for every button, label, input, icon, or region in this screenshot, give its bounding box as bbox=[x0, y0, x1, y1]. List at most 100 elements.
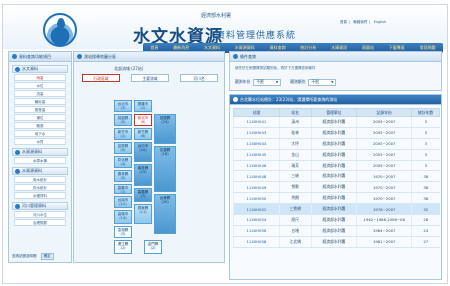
table-cell: 2005~2007 bbox=[356, 149, 412, 161]
col-header[interactable]: 站號 bbox=[233, 108, 280, 117]
region-tile[interactable]: 桃園縣 (5) bbox=[114, 114, 132, 126]
table-row[interactable]: 1140H045 金山 經濟部水利署 2005~2007 3 bbox=[233, 149, 440, 161]
station-id-link[interactable]: 1140H056 bbox=[233, 225, 280, 237]
table-row[interactable]: 1140H041 溪州 經濟部水利署 2005~2007 3 bbox=[233, 116, 440, 128]
table-row[interactable]: 1140H052 三鶯橋 經濟部水利署 1976~2007 32 bbox=[233, 203, 440, 216]
region-tile[interactable]: 台東縣 (20) bbox=[154, 194, 176, 234]
table-cell: 瑞芳 bbox=[278, 160, 312, 172]
top-link-contact[interactable]: 聯絡我們 bbox=[351, 20, 369, 25]
region-tile-count: (9) bbox=[120, 148, 126, 152]
region-tile[interactable]: 嘉義縣 (7) bbox=[134, 188, 152, 202]
region-tile-count: (5) bbox=[120, 120, 126, 124]
station-id-link[interactable]: 1140H044 bbox=[233, 138, 280, 150]
category-filter-select[interactable]: 不限 ▼ bbox=[308, 78, 337, 86]
confirm-button[interactable]: 確定 bbox=[40, 253, 54, 260]
col-header[interactable]: 管理單位 bbox=[310, 108, 358, 117]
nav-item-rainfall[interactable]: 雨量 bbox=[14, 74, 66, 81]
region-tile[interactable]: 雲林縣 (5) bbox=[114, 170, 132, 182]
region-tile[interactable]: 新北市 (8) bbox=[134, 114, 152, 126]
station-id-link[interactable]: 1140H041 bbox=[233, 116, 280, 128]
region-tile[interactable]: 高雄市 (14) bbox=[114, 210, 132, 224]
nav-item-sediment[interactable]: 輸砂量 bbox=[14, 98, 66, 105]
nav-item-river-plan[interactable]: 治理規劃 bbox=[14, 219, 66, 226]
region-tile[interactable]: 台北市 (3) bbox=[114, 100, 132, 112]
nav-group-hydrology[interactable]: 水文資料 bbox=[12, 65, 68, 73]
table-cell: 經濟部水利署 bbox=[310, 214, 357, 226]
chevron-down-icon: ▼ bbox=[275, 80, 279, 84]
station-id-link[interactable]: 1140H052 bbox=[233, 203, 280, 216]
station-results-panel: 台北縣水位站總計：23(23)站，請選擇所要查詢的測站 站號 站名 管理單位 記… bbox=[229, 94, 442, 280]
nav-item-water-quality[interactable]: 水質 bbox=[14, 138, 66, 145]
station-id-link[interactable]: 1140H045 bbox=[233, 149, 280, 161]
region-tile[interactable]: 苗栗縣 (9) bbox=[114, 142, 132, 154]
nav-item-typhoon[interactable]: 颱風 bbox=[14, 122, 66, 129]
year-filter-select[interactable]: 不限 ▼ bbox=[253, 78, 282, 86]
query-panel-header: 條件查詢 bbox=[230, 52, 441, 62]
table-row[interactable]: 1140H050 秀朗 經濟部水利署 1970~2007 38 bbox=[233, 192, 440, 205]
region-tile-count: (6) bbox=[140, 134, 146, 138]
region-tile[interactable]: 基隆市 (1) bbox=[134, 100, 152, 112]
region-tile[interactable]: 台南市 (12) bbox=[114, 196, 132, 208]
table-row[interactable]: 1140H043 桂林 經濟部水利署 2005~2007 3 bbox=[233, 127, 440, 139]
region-tile-count: (18) bbox=[161, 152, 169, 156]
nav-item-evaporation[interactable]: 蒸發量 bbox=[14, 106, 66, 113]
station-id-link[interactable]: 1140H049 bbox=[233, 181, 280, 194]
table-cell: 2005~2007 bbox=[356, 138, 412, 150]
table-cell: 2005~2007 bbox=[356, 116, 412, 128]
col-header[interactable]: 記錄年份 bbox=[356, 108, 413, 117]
table-row[interactable]: 1140H058 江北橋 經濟部水利署 1981~2007 27 bbox=[233, 236, 440, 248]
station-id-link[interactable]: 1140H043 bbox=[233, 127, 280, 139]
bullet-icon bbox=[15, 203, 20, 209]
region-tile[interactable]: 花蓮縣 (18) bbox=[154, 146, 176, 192]
nav-item-water-level[interactable]: 水位 bbox=[14, 82, 66, 89]
region-tile[interactable]: 彰化縣 (4) bbox=[114, 156, 132, 168]
station-id-link[interactable]: 1140H046 bbox=[233, 160, 280, 172]
nav-item-groundwater[interactable]: 地下水 bbox=[14, 130, 66, 137]
region-tile[interactable]: 澎湖縣 (3) bbox=[114, 226, 132, 238]
results-panel-header: 台北縣水位站總計：23(23)站，請選擇所要查詢的測站 bbox=[230, 95, 441, 105]
table-cell: 1984~2007 bbox=[356, 225, 412, 237]
table-row[interactable]: 1140H054 屈尺 經濟部水利署 1962~1986,2006~08 28 bbox=[233, 214, 440, 226]
nav-item-water-supply[interactable]: 供水統計 bbox=[14, 184, 66, 191]
table-cell: 1970~2007 bbox=[356, 170, 412, 183]
nav-item-water-use[interactable]: 用水統計 bbox=[14, 176, 66, 183]
nav-item-flow[interactable]: 流量 bbox=[14, 90, 66, 97]
station-id-link[interactable]: 1140H048 bbox=[233, 170, 280, 183]
table-row[interactable]: 1140H046 瑞芳 經濟部水利署 2005~2007 3 bbox=[233, 160, 440, 172]
table-cell: 38 bbox=[411, 181, 440, 194]
top-link-english[interactable]: English bbox=[372, 20, 389, 24]
table-body: 1140H041 溪州 經濟部水利署 2005~2007 3 1140H043 桂林 經濟部水… bbox=[233, 116, 440, 248]
region-tile[interactable]: 新竹縣 (6) bbox=[134, 128, 152, 140]
region-tile[interactable]: 台中市 (10) bbox=[134, 142, 152, 162]
station-id-link[interactable]: 1140H054 bbox=[233, 214, 280, 226]
nav-item-tide[interactable]: 潮位 bbox=[14, 114, 66, 121]
nav-item-river-level[interactable]: 河川水位 bbox=[14, 211, 66, 218]
nav-group-water-resources-2[interactable]: 水資源資料 bbox=[12, 167, 68, 175]
col-header[interactable]: 統計年數 bbox=[411, 108, 440, 117]
region-tile[interactable]: 屏東縣 (11) bbox=[134, 204, 152, 224]
nav-item-reservoir[interactable]: 水庫水情 bbox=[14, 157, 66, 164]
region-tile[interactable]: 南投縣 (15) bbox=[134, 164, 152, 186]
region-tile[interactable]: 連江縣 (2) bbox=[114, 240, 132, 254]
region-tile[interactable]: 嘉義市 (1) bbox=[114, 184, 132, 194]
region-tile[interactable]: 宜蘭縣 (24) bbox=[154, 114, 176, 144]
station-id-link[interactable]: 1140H050 bbox=[233, 192, 280, 205]
region-tile[interactable]: 金門縣 (2) bbox=[144, 240, 162, 254]
station-id-link[interactable]: 1140H058 bbox=[233, 236, 280, 248]
nav-group-water-resources[interactable]: 水資源資料 bbox=[12, 148, 68, 156]
table-row[interactable]: 1140H056 五堵 經濟部水利署 1984~2007 24 bbox=[233, 225, 440, 237]
top-link-home[interactable]: 首頁 bbox=[338, 20, 349, 25]
table-cell: 江北橋 bbox=[278, 236, 312, 248]
region-tile-count: (5) bbox=[120, 176, 126, 180]
table-cell: 經濟部水利署 bbox=[310, 149, 357, 161]
table-row[interactable]: 1140H048 三峽 經濟部水利署 1970~2007 38 bbox=[233, 170, 440, 183]
region-tile[interactable]: 新竹市 (1) bbox=[114, 128, 132, 140]
nav-group-river[interactable]: 河川管理資料 bbox=[12, 202, 68, 210]
nav-item-water-rights[interactable]: 水權資料 bbox=[14, 192, 66, 199]
agency-name: 經濟部水利署 bbox=[200, 13, 231, 19]
table-cell: 經濟部水利署 bbox=[310, 116, 357, 128]
col-header[interactable]: 站名 bbox=[278, 108, 312, 117]
table-cell: 1976~2007 bbox=[356, 203, 412, 216]
table-row[interactable]: 1140H044 大坪 經濟部水利署 2005~2007 3 bbox=[233, 138, 440, 150]
table-row[interactable]: 1140H049 鶯歌 經濟部水利署 1970~2007 38 bbox=[233, 181, 440, 194]
